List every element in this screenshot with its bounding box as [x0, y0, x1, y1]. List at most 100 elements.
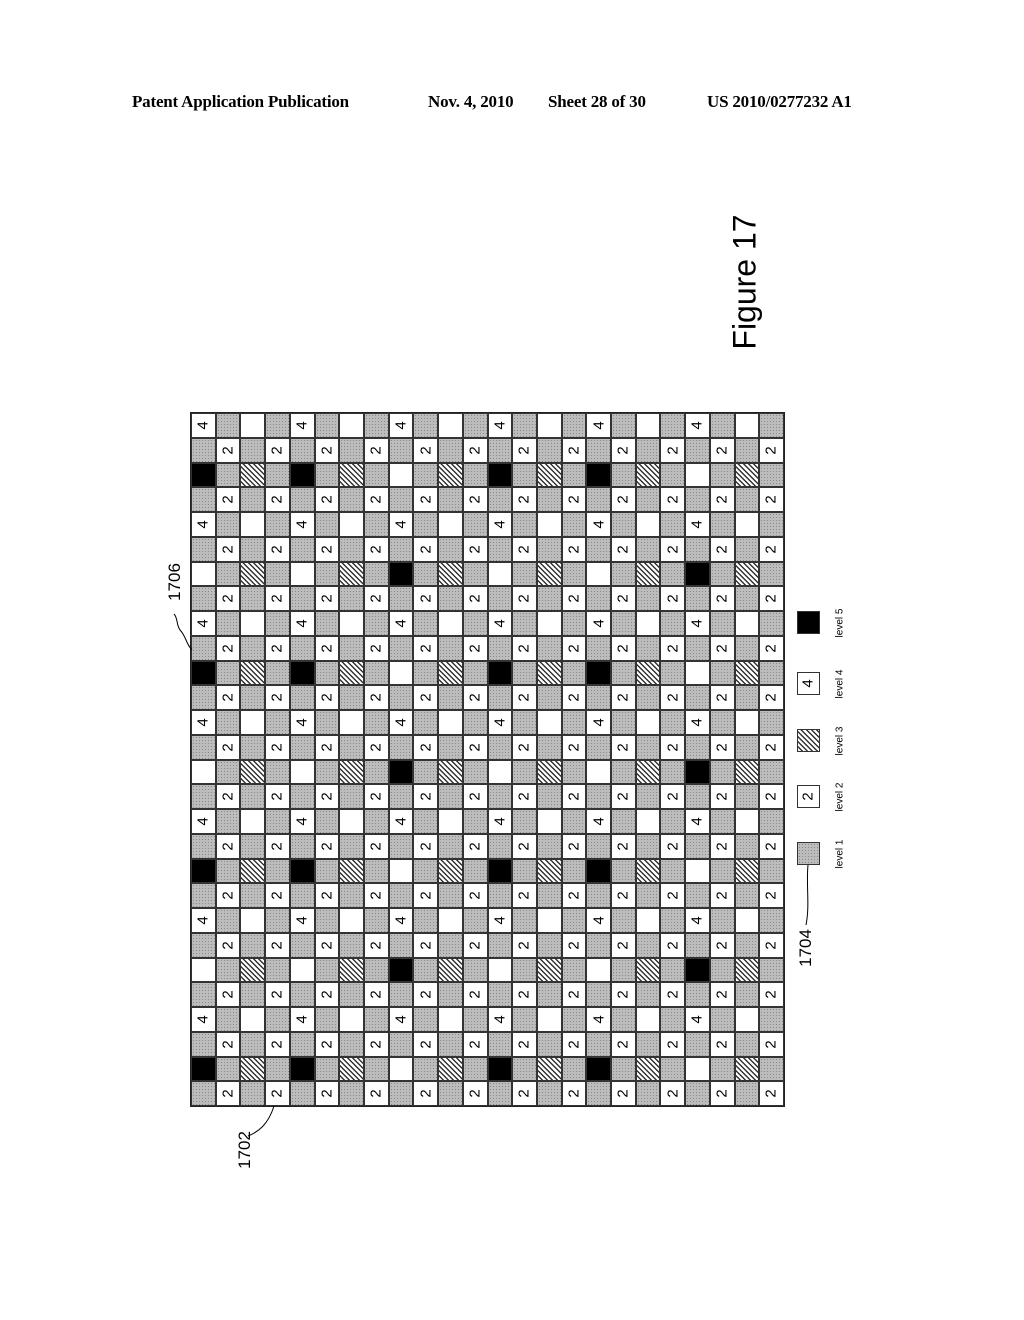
- cell-level-1: [289, 1081, 315, 1106]
- cell-blank: [339, 908, 364, 933]
- cell-level-1: [240, 536, 266, 562]
- cell-level-1: [611, 462, 636, 488]
- cell-blank: [536, 710, 562, 735]
- cell-level-3: [635, 561, 661, 587]
- cell-level-1: [586, 1031, 612, 1057]
- cell-level-5: [289, 660, 315, 686]
- cell-level-1: [709, 858, 735, 884]
- cell-number: 2: [219, 841, 237, 851]
- cell-level-3: [438, 561, 463, 587]
- cell-number: 2: [763, 891, 781, 900]
- cell-number: 2: [417, 940, 435, 950]
- cell-level-1: [512, 1007, 537, 1032]
- cell-level-2: 2: [660, 586, 686, 611]
- cell-number: 2: [268, 841, 286, 851]
- cell-level-1: [709, 957, 735, 983]
- cell-level-2: 2: [314, 1031, 340, 1057]
- cell-number: 2: [763, 1089, 781, 1098]
- cell-blank: [734, 413, 760, 438]
- cell-number: 2: [565, 792, 583, 801]
- cell-level-1: [438, 487, 463, 512]
- cell-number: 2: [466, 891, 484, 900]
- cell-level-1: [314, 1056, 340, 1082]
- cell-level-1: [759, 809, 784, 834]
- cell-level-2: 2: [709, 1081, 735, 1106]
- cell-level-3: [339, 759, 364, 785]
- cell-number: 4: [392, 520, 410, 529]
- cell-level-1: [339, 487, 364, 512]
- cell-level-1: [215, 809, 241, 834]
- cell-level-1: [289, 1031, 315, 1057]
- cell-level-1: [759, 957, 784, 983]
- cell-number: 2: [664, 594, 682, 603]
- cell-number: 2: [664, 891, 682, 900]
- cell-number: 2: [318, 544, 336, 554]
- cell-level-1: [438, 685, 463, 710]
- cell-level-1: [462, 1056, 488, 1082]
- cell-level-1: [512, 858, 537, 884]
- cell-level-5: [586, 858, 612, 884]
- cell-level-2: 2: [314, 635, 340, 661]
- cell-number: 2: [516, 643, 534, 653]
- cell-level-4: 4: [191, 1007, 216, 1032]
- cell-level-5: [388, 759, 414, 785]
- cell-level-1: [289, 586, 315, 611]
- cell-number: 2: [664, 841, 682, 851]
- cell-number: 2: [664, 990, 682, 999]
- cell-number: 2: [417, 841, 435, 851]
- cell-level-1: [339, 437, 364, 463]
- cell-level-1: [611, 1007, 636, 1032]
- cell-level-4: 4: [388, 413, 414, 438]
- cell-level-1: [685, 635, 710, 661]
- cell-level-1: [289, 982, 315, 1007]
- cell-level-1: [759, 710, 784, 735]
- cell-level-4: 4: [685, 413, 710, 438]
- cell-level-2: 2: [660, 883, 686, 908]
- cell-level-1: [635, 982, 661, 1007]
- cell-level-4: 4: [388, 1007, 414, 1032]
- cell-number: 4: [590, 916, 608, 925]
- cell-number: 2: [713, 792, 731, 801]
- cell-level-3: [734, 462, 760, 488]
- cell-blank: [635, 908, 661, 933]
- cell-level-1: [685, 487, 710, 512]
- cell-level-1: [512, 413, 537, 438]
- cell-number: 2: [664, 693, 682, 702]
- cell-level-1: [685, 734, 710, 760]
- cell-number: 2: [664, 1039, 682, 1049]
- cell-level-1: [215, 908, 241, 933]
- cell-blank: [240, 413, 266, 438]
- cell-number: 2: [318, 940, 336, 950]
- cell-level-4: 4: [685, 710, 710, 735]
- cell-number: 2: [516, 841, 534, 851]
- cell-level-2: 2: [363, 536, 389, 562]
- cell-number: 2: [417, 891, 435, 900]
- cell-level-1: [685, 1081, 710, 1106]
- cell-level-2: 2: [709, 883, 735, 908]
- cell-level-2: 2: [413, 982, 439, 1007]
- cell-number: 2: [516, 940, 534, 950]
- cell-level-1: [635, 685, 661, 710]
- cell-level-1: [388, 833, 414, 859]
- cell-level-1: [363, 561, 389, 587]
- patent-number: US 2010/0277232 A1: [707, 92, 852, 111]
- cell-number: 2: [268, 940, 286, 950]
- cell-level-3: [734, 561, 760, 587]
- cell-number: 2: [713, 495, 731, 504]
- cell-level-1: [388, 784, 414, 809]
- cell-level-2: 2: [314, 784, 340, 809]
- cell-number: 2: [713, 693, 731, 702]
- cell-level-1: [635, 536, 661, 562]
- cell-blank: [240, 611, 266, 636]
- cell-level-1: [462, 710, 488, 735]
- cell-number: 2: [614, 544, 632, 554]
- cell-level-2: 2: [363, 1081, 389, 1106]
- cell-level-4: 4: [289, 809, 315, 834]
- legend-label-level-4: level 4: [834, 669, 846, 699]
- cell-level-1: [215, 858, 241, 884]
- cell-level-1: [191, 734, 216, 760]
- cell-level-2: 2: [265, 784, 290, 809]
- cell-level-1: [536, 586, 562, 611]
- cell-level-3: [635, 1056, 661, 1082]
- cell-level-2: 2: [265, 982, 290, 1007]
